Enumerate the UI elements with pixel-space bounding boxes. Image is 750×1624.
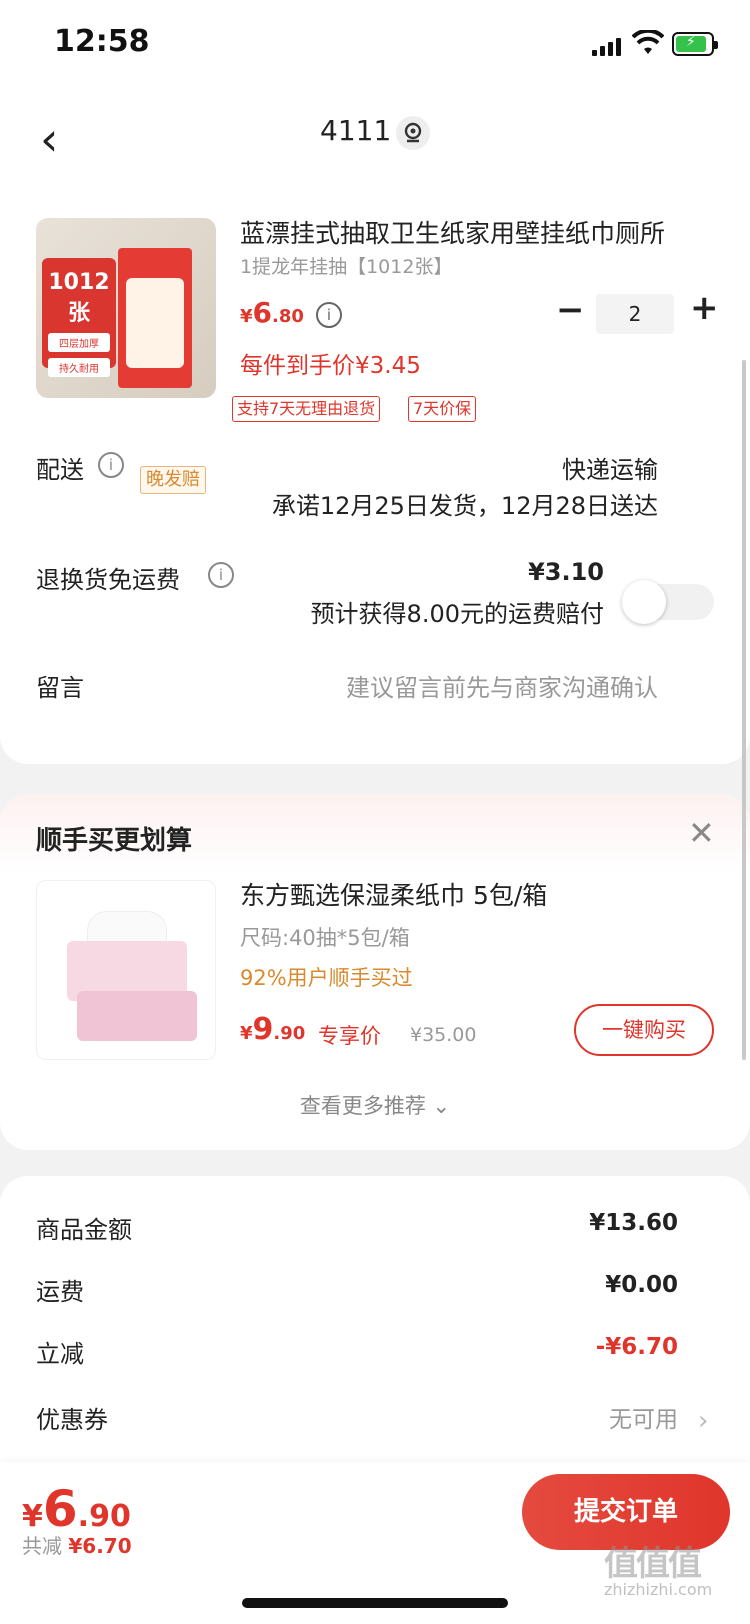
shipping-label: 运费 xyxy=(36,1278,84,1306)
price-info-icon[interactable]: i xyxy=(316,302,342,328)
message-label: 留言 xyxy=(36,674,84,702)
shipping-value: ¥0.00 xyxy=(605,1272,678,1298)
price-protect-tag: 7天价保 xyxy=(408,396,477,422)
return-policy-tag: 支持7天无理由退货 xyxy=(232,396,381,422)
coupon-label: 优惠券 xyxy=(36,1406,108,1434)
recommend-price: ¥9.90 xyxy=(240,1012,306,1047)
return-insurance-toggle[interactable] xyxy=(622,580,714,624)
discount-value: -¥6.70 xyxy=(595,1334,678,1360)
wifi-icon xyxy=(632,30,664,54)
quantity-input[interactable]: 2 xyxy=(596,294,674,334)
chevron-right-icon[interactable]: › xyxy=(698,1406,708,1436)
message-input[interactable]: 建议留言前先与商家沟通确认 xyxy=(346,668,658,703)
return-insurance-info-icon[interactable]: i xyxy=(208,562,234,588)
quantity-increase-button[interactable]: + xyxy=(690,288,719,328)
watermark-logo: 值值值 xyxy=(604,1544,702,1584)
delivery-label: 配送 xyxy=(36,456,84,484)
cellular-signal-icon xyxy=(592,36,624,56)
watermark-url: zhizhizhi.com xyxy=(604,1580,713,1599)
delivery-promise: 承诺12月25日发货，12月28日送达 xyxy=(271,492,658,520)
exclusive-price-label: 专享价 xyxy=(318,1024,381,1048)
view-more-recommend-link[interactable]: 查看更多推荐 ⌄ xyxy=(0,1090,750,1120)
goods-amount-label: 商品金额 xyxy=(36,1216,132,1244)
product-price: ¥6.80 xyxy=(240,296,304,329)
late-compensation-badge: 晚发赔 xyxy=(140,466,206,494)
original-price: ¥35.00 xyxy=(410,1024,477,1046)
return-insurance-label: 退换货免运费 xyxy=(36,566,180,594)
battery-charging-icon: ⚡ xyxy=(672,32,718,56)
discount-label: 立减 xyxy=(36,1340,84,1368)
status-time: 12:58 xyxy=(54,24,150,59)
product-image[interactable]: 1012张 四层加厚 持久耐用 xyxy=(36,218,216,398)
home-indicator[interactable] xyxy=(242,1598,508,1608)
location-pin-icon[interactable] xyxy=(396,116,430,150)
recommend-product-spec[interactable]: 尺码:40抽*5包/箱 xyxy=(240,922,410,952)
goods-amount-value: ¥13.60 xyxy=(589,1210,678,1236)
return-insurance-desc: 预计获得8.00元的运费赔付 xyxy=(310,600,604,628)
delivery-method[interactable]: 快递运输 xyxy=(562,450,658,485)
unit-final-price: 每件到手价¥3.45 xyxy=(240,353,421,379)
product-package-panel xyxy=(126,278,184,368)
delivery-info-icon[interactable]: i xyxy=(98,452,124,478)
recommend-title: 顺手买更划算 xyxy=(36,826,193,856)
back-chevron-icon[interactable]: ‹ xyxy=(40,112,70,166)
coupon-value[interactable]: 无可用 xyxy=(609,1400,678,1434)
quantity-decrease-button[interactable]: − xyxy=(556,290,585,330)
total-saved: 共减 ¥6.70 xyxy=(22,1534,132,1558)
one-click-buy-button[interactable]: 一键购买 xyxy=(574,1004,714,1056)
page-title: 4111 xyxy=(320,114,392,147)
recommend-product-image[interactable] xyxy=(36,880,216,1060)
product-sku[interactable]: 1提龙年挂抽【1012张】 xyxy=(240,252,452,279)
product-image-label: 1012张 四层加厚 持久耐用 xyxy=(42,258,116,377)
scrollbar[interactable] xyxy=(742,360,746,1060)
product-title[interactable]: 蓝漂挂式抽取卫生纸家用壁挂纸巾厕所 xyxy=(240,214,700,250)
return-insurance-price: ¥3.10 xyxy=(528,558,604,586)
close-icon[interactable]: ✕ xyxy=(688,814,715,852)
recommend-popularity: 92%用户顺手买过 xyxy=(240,966,413,990)
recommend-product-name[interactable]: 东方甄选保湿柔纸巾 5包/箱 xyxy=(240,876,547,912)
